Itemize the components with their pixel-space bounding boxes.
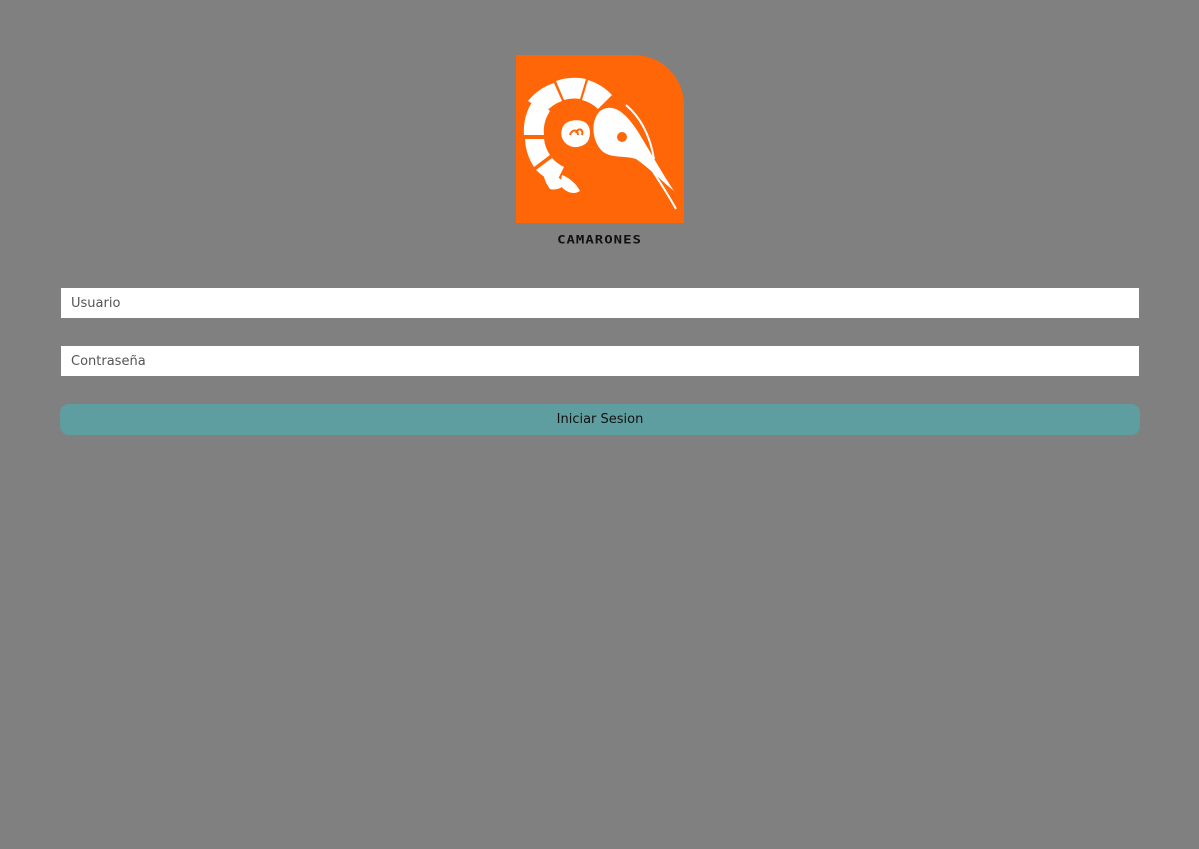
username-input[interactable] — [61, 288, 1139, 318]
brand-name: CAMARONES — [557, 233, 642, 247]
camarones-logo — [516, 55, 684, 223]
login-page: CAMARONES Iniciar Sesion — [0, 0, 1199, 849]
password-input[interactable] — [61, 346, 1139, 376]
login-button[interactable]: Iniciar Sesion — [60, 404, 1140, 435]
